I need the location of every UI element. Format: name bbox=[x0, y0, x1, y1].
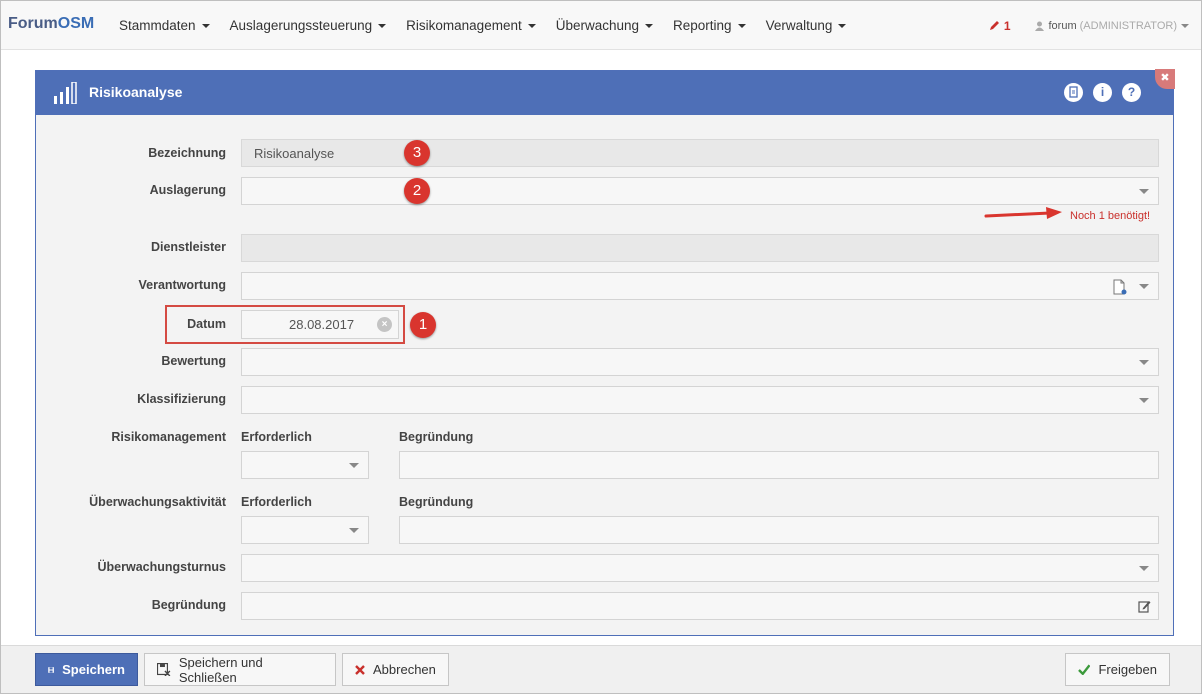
label-risikomanagement: Risikomanagement bbox=[111, 430, 226, 444]
label-risikomanagement-begruendung: Begründung bbox=[399, 430, 474, 444]
bewertung-select[interactable] bbox=[241, 348, 1159, 376]
risikomanagement-begruendung-input[interactable] bbox=[399, 451, 1159, 479]
nav-label: Risikomanagement bbox=[406, 17, 522, 33]
user-name: forum bbox=[1048, 19, 1077, 32]
begruendung-input[interactable] bbox=[241, 592, 1159, 620]
validation-hint: Noch 1 benötigt! bbox=[1070, 210, 1151, 222]
label-begruendung: Begründung bbox=[151, 598, 226, 612]
save-close-button[interactable]: Speichern und Schließen bbox=[144, 653, 336, 686]
nav-label: Überwachung bbox=[555, 17, 640, 33]
annotation-badge-3: 3 bbox=[404, 140, 430, 166]
main-menu: Stammdaten Auslagerungssteuerung Risikom… bbox=[109, 1, 856, 50]
nav-right: 1 forum (ADMINISTRATOR) bbox=[989, 1, 1189, 50]
label-ueberwachungsaktivitaet-begruendung: Begründung bbox=[399, 495, 474, 509]
chevron-down-icon bbox=[1139, 189, 1149, 194]
nav-auslagerungssteuerung[interactable]: Auslagerungssteuerung bbox=[220, 1, 397, 50]
caret-down-icon bbox=[645, 23, 654, 28]
new-document-icon[interactable] bbox=[1113, 279, 1127, 295]
ueberwachungsaktivitaet-begruendung-input[interactable] bbox=[399, 516, 1159, 544]
ueberwachungsturnus-select[interactable] bbox=[241, 554, 1159, 582]
brand-suffix: OSM bbox=[57, 15, 95, 32]
bezeichnung-value: Risikoanalyse bbox=[254, 146, 335, 161]
annotation-badge-2: 2 bbox=[404, 178, 430, 204]
nav-reporting[interactable]: Reporting bbox=[663, 1, 756, 50]
dienstleister-field bbox=[241, 234, 1159, 262]
user-menu[interactable]: forum (ADMINISTRATOR) bbox=[1034, 19, 1189, 32]
label-ueberwachungsturnus: Überwachungsturnus bbox=[97, 560, 227, 574]
user-icon bbox=[1034, 21, 1044, 31]
nav-stammdaten[interactable]: Stammdaten bbox=[109, 1, 220, 50]
panel-title: Risikoanalyse bbox=[89, 84, 183, 100]
chevron-down-icon bbox=[1139, 284, 1149, 289]
cancel-label: Abbrechen bbox=[373, 662, 436, 677]
caret-down-icon bbox=[378, 23, 387, 28]
bar-chart-icon bbox=[54, 82, 77, 104]
datum-value: 28.08.2017 bbox=[289, 317, 355, 332]
edit-icon[interactable] bbox=[1138, 600, 1151, 613]
label-bewertung: Bewertung bbox=[161, 354, 226, 368]
info-icon[interactable]: i bbox=[1093, 83, 1112, 102]
floppy-close-icon bbox=[157, 663, 171, 676]
verantwortung-select[interactable] bbox=[241, 272, 1159, 300]
save-close-label: Speichern und Schließen bbox=[178, 654, 263, 685]
floppy-icon bbox=[48, 666, 54, 673]
save-label: Speichern bbox=[62, 662, 125, 677]
panel-header: Risikoanalyse i ? bbox=[36, 71, 1173, 115]
label-ueberwachungsaktivitaet-erforderlich: Erforderlich bbox=[241, 495, 312, 509]
nav-risikomanagement[interactable]: Risikomanagement bbox=[396, 1, 546, 50]
cancel-button[interactable]: Abbrechen bbox=[342, 653, 449, 686]
pdf-icon[interactable] bbox=[1064, 83, 1083, 102]
datum-input[interactable]: 28.08.2017 × bbox=[241, 310, 399, 339]
label-datum: Datum bbox=[187, 317, 226, 331]
checkmark-icon bbox=[1078, 664, 1091, 675]
chevron-down-icon bbox=[1139, 566, 1149, 571]
edit-counter[interactable]: 1 bbox=[989, 19, 1011, 33]
brand-prefix: Forum bbox=[8, 15, 58, 32]
help-icon[interactable]: ? bbox=[1122, 83, 1141, 102]
label-risikomanagement-erforderlich: Erforderlich bbox=[241, 430, 312, 444]
nav-label: Verwaltung bbox=[765, 17, 833, 33]
label-auslagerung: Auslagerung bbox=[149, 183, 226, 197]
pencil-icon bbox=[989, 21, 999, 30]
nav-label: Reporting bbox=[673, 17, 732, 33]
caret-down-icon bbox=[201, 23, 210, 28]
label-bezeichnung: Bezeichnung bbox=[148, 146, 226, 160]
annotation-badge-1: 1 bbox=[410, 312, 436, 338]
chevron-down-icon bbox=[1139, 398, 1149, 403]
auslagerung-select[interactable] bbox=[241, 177, 1159, 205]
chevron-down-icon bbox=[349, 528, 359, 533]
ueberwachungsaktivitaet-erforderlich-select[interactable] bbox=[241, 516, 369, 544]
klassifizierung-select[interactable] bbox=[241, 386, 1159, 414]
bezeichnung-field: Risikoanalyse bbox=[241, 139, 1159, 167]
chevron-down-icon bbox=[1139, 360, 1149, 365]
release-label: Freigeben bbox=[1098, 662, 1157, 677]
top-navbar: ForumOSM Stammdaten Auslagerungssteuerun… bbox=[1, 1, 1201, 50]
user-role: (ADMINISTRATOR) bbox=[1079, 19, 1177, 32]
label-dienstleister: Dienstleister bbox=[150, 240, 226, 254]
edit-count-value: 1 bbox=[1003, 18, 1011, 33]
label-ueberwachungsaktivitaet: Überwachungsaktivität bbox=[89, 495, 226, 509]
clear-icon[interactable]: × bbox=[377, 317, 392, 332]
risikomanagement-erforderlich-select[interactable] bbox=[241, 451, 369, 479]
label-verantwortung: Verantwortung bbox=[138, 278, 226, 292]
nav-verwaltung[interactable]: Verwaltung bbox=[756, 1, 857, 50]
arrow-right-icon bbox=[984, 207, 1062, 219]
cross-icon bbox=[355, 664, 365, 675]
label-klassifizierung: Klassifizierung bbox=[137, 392, 226, 406]
caret-down-icon bbox=[527, 23, 536, 28]
app-logo[interactable]: ForumOSM bbox=[8, 15, 94, 33]
caret-down-icon bbox=[737, 23, 746, 28]
caret-down-icon bbox=[1181, 23, 1189, 28]
caret-down-icon bbox=[838, 23, 847, 28]
nav-label: Stammdaten bbox=[119, 17, 196, 33]
nav-label: Auslagerungssteuerung bbox=[229, 17, 373, 33]
nav-ueberwachung[interactable]: Überwachung bbox=[546, 1, 663, 50]
chevron-down-icon bbox=[349, 463, 359, 468]
release-button[interactable]: Freigeben bbox=[1065, 653, 1170, 686]
save-button[interactable]: Speichern bbox=[35, 653, 138, 686]
